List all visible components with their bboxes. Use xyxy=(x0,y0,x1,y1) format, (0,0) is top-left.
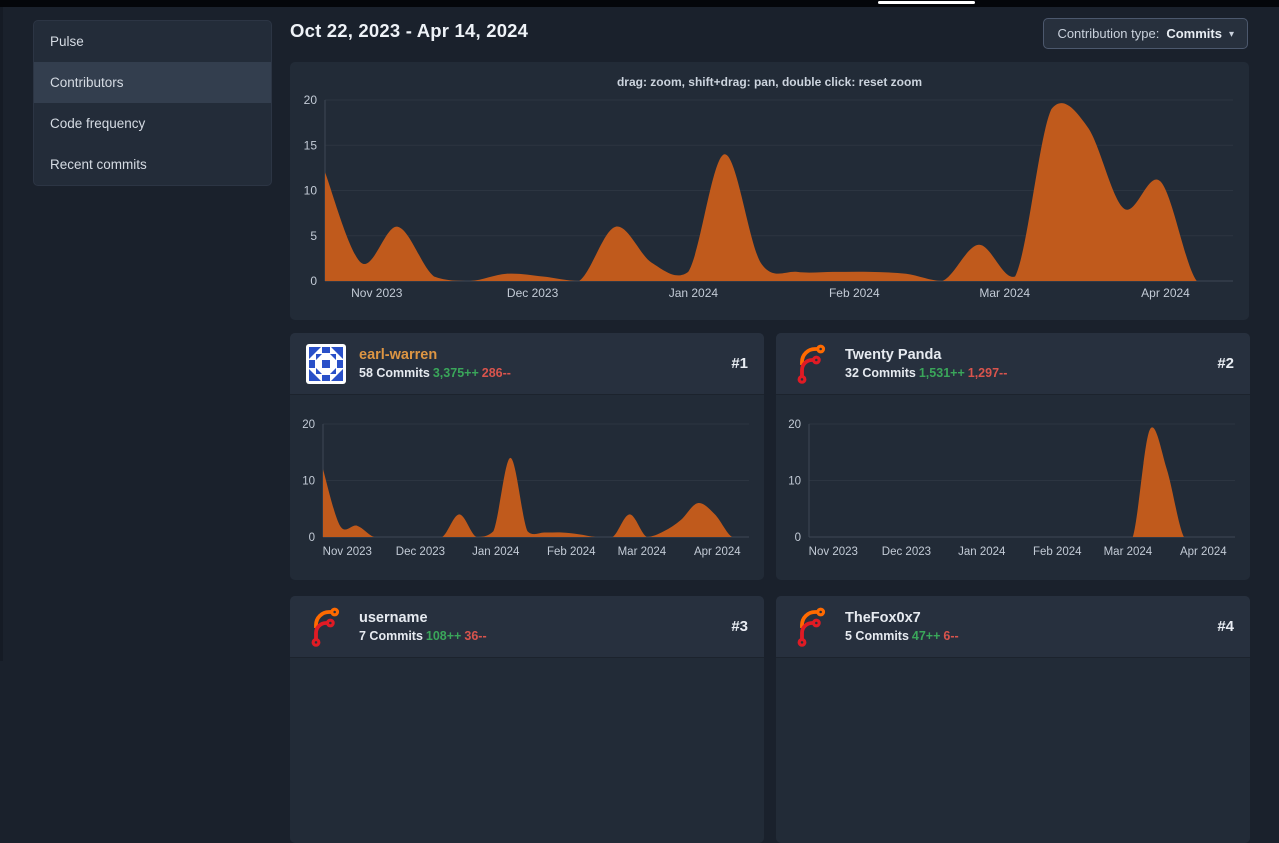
svg-text:Dec 2023: Dec 2023 xyxy=(882,546,931,558)
contributor-name: Twenty Panda xyxy=(845,347,1007,364)
svg-text:Mar 2024: Mar 2024 xyxy=(1104,546,1153,558)
chevron-down-icon: ▾ xyxy=(1229,29,1234,40)
forgejo-logo-avatar[interactable] xyxy=(306,607,346,647)
forgejo-logo-avatar[interactable] xyxy=(792,607,832,647)
activity-sidebar-menu: Pulse Contributors Code frequency Recent… xyxy=(33,20,272,186)
rank-badge: #3 xyxy=(731,618,748,635)
svg-text:Feb 2024: Feb 2024 xyxy=(547,546,596,558)
svg-text:Jan 2024: Jan 2024 xyxy=(472,546,520,558)
deletions-count: 1,297-- xyxy=(968,366,1008,380)
additions-count: 3,375++ xyxy=(433,366,479,380)
svg-text:20: 20 xyxy=(302,419,315,431)
rank-badge: #4 xyxy=(1217,618,1234,635)
svg-text:5: 5 xyxy=(310,229,317,243)
avatar-identicon[interactable] xyxy=(306,344,346,384)
contributor-name: TheFox0x7 xyxy=(845,610,959,627)
contributor-card-header: TheFox0x7 5 Commits47++6-- #4 xyxy=(776,596,1250,658)
additions-count: 108++ xyxy=(426,629,461,643)
forgejo-logo-avatar[interactable] xyxy=(792,344,832,384)
commit-count: 58 Commits xyxy=(359,366,430,380)
contributor-card-header: username 7 Commits108++36-- #3 xyxy=(290,596,764,658)
date-range-title: Oct 22, 2023 - Apr 14, 2024 xyxy=(290,20,528,42)
svg-text:Mar 2024: Mar 2024 xyxy=(618,546,667,558)
svg-text:Apr 2024: Apr 2024 xyxy=(694,546,741,558)
svg-text:Dec 2023: Dec 2023 xyxy=(507,286,559,300)
sidebar-item-contributors[interactable]: Contributors xyxy=(34,62,271,103)
svg-text:Nov 2023: Nov 2023 xyxy=(809,546,858,558)
svg-text:Nov 2023: Nov 2023 xyxy=(351,286,403,300)
additions-count: 47++ xyxy=(912,629,941,643)
svg-text:20: 20 xyxy=(304,93,318,107)
contributor-card-3: username 7 Commits108++36-- #3 xyxy=(290,596,764,843)
svg-text:20: 20 xyxy=(788,419,801,431)
contributor-stats: 7 Commits108++36-- xyxy=(359,629,487,643)
svg-text:10: 10 xyxy=(304,184,318,198)
contributor-chart[interactable]: 0 10 20 Nov 2023 Dec 2023 Jan 2024 Feb 2024 Mar… xyxy=(776,395,1250,580)
contributor-chart[interactable]: 0 10 20 Nov 2023 Dec 2023 Jan 2024 Feb 2024 Mar… xyxy=(290,395,764,580)
browser-top-edge xyxy=(0,0,1279,7)
svg-text:0: 0 xyxy=(795,532,801,544)
sidebar-item-recent-commits[interactable]: Recent commits xyxy=(34,144,271,185)
svg-text:Feb 2024: Feb 2024 xyxy=(829,286,880,300)
contributor-card-4: TheFox0x7 5 Commits47++6-- #4 xyxy=(776,596,1250,843)
svg-text:10: 10 xyxy=(788,476,801,488)
overall-contributions-panel: drag: zoom, shift+drag: pan, double clic… xyxy=(290,62,1249,320)
deletions-count: 36-- xyxy=(464,629,486,643)
svg-text:15: 15 xyxy=(304,138,318,152)
contributor-name-link[interactable]: earl-warren xyxy=(359,347,511,364)
svg-text:Dec 2023: Dec 2023 xyxy=(396,546,445,558)
rank-badge: #1 xyxy=(731,355,748,372)
contribution-type-label: Contribution type: xyxy=(1057,26,1159,41)
commit-count: 5 Commits xyxy=(845,629,909,643)
svg-text:Jan 2024: Jan 2024 xyxy=(958,546,1006,558)
contributor-card-header: earl-warren 58 Commits3,375++286-- #1 xyxy=(290,333,764,395)
deletions-count: 286-- xyxy=(482,366,511,380)
sidebar-item-pulse[interactable]: Pulse xyxy=(34,21,271,62)
commit-count: 7 Commits xyxy=(359,629,423,643)
contributor-stats: 58 Commits3,375++286-- xyxy=(359,366,511,380)
window-left-edge xyxy=(0,7,3,661)
additions-count: 1,531++ xyxy=(919,366,965,380)
commit-count: 32 Commits xyxy=(845,366,916,380)
svg-text:10: 10 xyxy=(302,476,315,488)
contributor-name: username xyxy=(359,610,487,627)
svg-text:0: 0 xyxy=(310,274,317,288)
overall-contributions-chart[interactable]: 0 5 10 15 20 Nov 2023 Dec 2023 Jan 2024 Feb 2024… xyxy=(290,62,1249,320)
svg-text:0: 0 xyxy=(309,532,315,544)
svg-text:Apr 2024: Apr 2024 xyxy=(1180,546,1227,558)
svg-text:Nov 2023: Nov 2023 xyxy=(323,546,372,558)
active-tab-indicator xyxy=(878,1,975,4)
contributor-card-header: Twenty Panda 32 Commits1,531++1,297-- #2 xyxy=(776,333,1250,395)
svg-text:Mar 2024: Mar 2024 xyxy=(979,286,1030,300)
contribution-type-dropdown[interactable]: Contribution type: Commits ▾ xyxy=(1043,18,1248,49)
deletions-count: 6-- xyxy=(943,629,958,643)
contributor-card-1: earl-warren 58 Commits3,375++286-- #1 0 1… xyxy=(290,333,764,580)
svg-text:Apr 2024: Apr 2024 xyxy=(1141,286,1190,300)
contributors-page: { "sidebar": { "items": [ {"label": "Pul… xyxy=(0,0,1279,661)
contributor-stats: 32 Commits1,531++1,297-- xyxy=(845,366,1007,380)
svg-text:Jan 2024: Jan 2024 xyxy=(669,286,719,300)
rank-badge: #2 xyxy=(1217,355,1234,372)
contribution-type-value: Commits xyxy=(1166,26,1222,41)
svg-text:Feb 2024: Feb 2024 xyxy=(1033,546,1082,558)
sidebar-item-code-frequency[interactable]: Code frequency xyxy=(34,103,271,144)
contributor-stats: 5 Commits47++6-- xyxy=(845,629,959,643)
contributor-card-2: Twenty Panda 32 Commits1,531++1,297-- #2… xyxy=(776,333,1250,580)
